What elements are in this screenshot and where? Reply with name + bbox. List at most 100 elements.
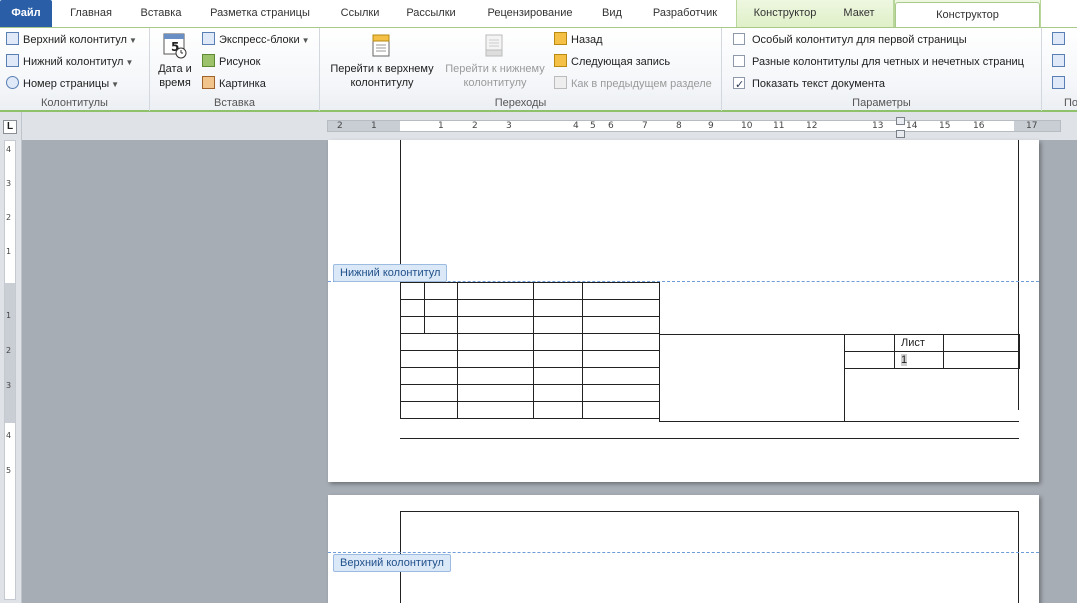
table-cell[interactable] [533, 384, 583, 402]
clipart-button[interactable]: Картинка [202, 74, 266, 94]
table-cell[interactable] [424, 299, 458, 317]
stamp-divider [659, 282, 660, 422]
table-cell[interactable] [424, 316, 458, 334]
table-cell[interactable] [400, 282, 425, 300]
ruler-number: 5 [6, 466, 12, 475]
tab-home[interactable]: Главная [58, 0, 124, 27]
ruler-right-margin [1014, 121, 1060, 131]
page-number-button[interactable]: Номер страницы ▼ [6, 74, 119, 94]
header-button[interactable]: Верхний колонтитул ▼ [6, 30, 137, 50]
title-block-left-table[interactable] [400, 282, 660, 419]
tab-mailings[interactable]: Рассылки [396, 0, 466, 27]
table-cell[interactable] [424, 282, 458, 300]
table-cell[interactable] [400, 299, 425, 317]
table-cell[interactable] [582, 367, 660, 385]
tab-review[interactable]: Рецензирование [474, 0, 586, 27]
tab-insert[interactable]: Вставка [128, 0, 194, 27]
next-icon [554, 54, 567, 67]
table-cell[interactable] [582, 316, 660, 334]
tab-selector[interactable]: L [3, 120, 17, 134]
table-cell[interactable] [457, 350, 534, 368]
table-cell[interactable] [533, 299, 583, 317]
date-time-button[interactable]: 5 Дата и время [154, 32, 196, 90]
table-cell[interactable] [582, 401, 660, 419]
table-cell[interactable] [943, 334, 1020, 352]
goto-footer-button[interactable]: Перейти к нижнему колонтитулу [440, 32, 550, 90]
table-cell[interactable] [400, 401, 458, 419]
table-cell[interactable] [582, 282, 660, 300]
table-cell[interactable] [400, 384, 458, 402]
quick-parts-button[interactable]: Экспресс-блоки ▼ [202, 30, 310, 50]
next-button[interactable]: Следующая запись [554, 52, 670, 72]
goto-header-button[interactable]: Перейти к верхнему колонтитулу [326, 32, 438, 90]
tab-developer[interactable]: Разработчик [640, 0, 730, 27]
ruler-text-region [5, 141, 15, 283]
table-cell[interactable] [533, 401, 583, 419]
link-icon [554, 76, 567, 89]
page-number-field[interactable]: 1 [901, 354, 908, 366]
table-cell[interactable] [844, 351, 895, 369]
previous-button[interactable]: Назад [554, 30, 603, 50]
ruler-number: 1 [371, 121, 377, 131]
checkbox-different-odd-even[interactable] [733, 55, 745, 67]
ruler-number: 8 [676, 121, 682, 131]
table-cell[interactable] [457, 299, 534, 317]
chevron-down-icon: ▼ [111, 80, 120, 89]
different-odd-even-checkbox[interactable]: Разные колонтитулы для четных и нечетных… [733, 52, 1024, 72]
group-headers-footers: Верхний колонтитул ▼ Нижний колонтитул ▼ Н… [0, 28, 150, 111]
tab-table-layout[interactable]: Макет [833, 0, 885, 27]
table-cell[interactable] [400, 333, 458, 351]
tab-file[interactable]: Файл [0, 0, 52, 27]
table-tools-context: Конструктор Макет [736, 0, 894, 27]
insert-alignment-tab-button[interactable] [1052, 74, 1069, 94]
page-2[interactable]: Верхний колонтитул [328, 495, 1039, 603]
table-cell[interactable] [533, 333, 583, 351]
link-previous-button[interactable]: Как в предыдущем разделе [554, 74, 712, 94]
table-cell[interactable] [582, 384, 660, 402]
link-previous-label: Как в предыдущем разделе [571, 78, 712, 90]
ruler-indent-marker[interactable] [896, 130, 905, 138]
table-cell[interactable] [457, 333, 534, 351]
checkbox-show-doc-text[interactable] [733, 75, 745, 95]
vertical-ruler[interactable]: 4 3 2 1 1 2 3 4 5 [4, 140, 16, 600]
tab-hf-design[interactable]: Конструктор [895, 2, 1040, 28]
table-cell[interactable] [400, 367, 458, 385]
footer-position-button[interactable] [1052, 52, 1069, 72]
table-cell[interactable] [457, 282, 534, 300]
table-cell[interactable] [533, 350, 583, 368]
chevron-down-icon: ▼ [128, 36, 137, 45]
table-cell[interactable] [533, 316, 583, 334]
group-label-options: Параметры [852, 97, 911, 109]
table-cell[interactable] [943, 351, 1020, 369]
table-cell[interactable] [400, 350, 458, 368]
ruler-indent-marker[interactable] [896, 117, 905, 125]
show-doc-text-checkbox[interactable]: Показать текст документа [733, 74, 886, 95]
table-cell[interactable] [844, 334, 895, 352]
table-cell[interactable] [533, 367, 583, 385]
table-cell[interactable] [457, 401, 534, 419]
table-cell[interactable] [457, 316, 534, 334]
page-number-cell[interactable]: 1 [894, 351, 944, 369]
table-cell[interactable] [582, 350, 660, 368]
horizontal-ruler[interactable]: 2 1 1 2 3 4 5 6 7 8 9 10 11 12 13 14 15 … [327, 120, 1061, 132]
tab-table-design[interactable]: Конструктор [743, 0, 827, 27]
table-cell[interactable] [457, 384, 534, 402]
sheet-number-table[interactable]: Лист 1 [844, 334, 1020, 369]
tab-references[interactable]: Ссылки [330, 0, 390, 27]
header-position-button[interactable] [1052, 30, 1069, 50]
checkbox-different-first[interactable] [733, 33, 745, 45]
footer-button[interactable]: Нижний колонтитул ▼ [6, 52, 133, 72]
ruler-number: 15 [939, 121, 951, 131]
table-cell[interactable] [582, 299, 660, 317]
table-cell[interactable] [533, 282, 583, 300]
table-cell[interactable] [400, 316, 425, 334]
table-cell[interactable] [582, 333, 660, 351]
document-area[interactable]: 2 1 1 2 3 4 5 6 7 8 9 10 11 12 13 14 15 … [0, 112, 1077, 603]
page-1[interactable]: Нижний колонтитул Лист 1 [328, 140, 1039, 482]
table-cell[interactable] [457, 367, 534, 385]
different-first-checkbox[interactable]: Особый колонтитул для первой страницы [733, 30, 967, 50]
tab-view[interactable]: Вид [592, 0, 632, 27]
show-doc-text-label: Показать текст документа [752, 78, 886, 90]
picture-button[interactable]: Рисунок [202, 52, 261, 72]
tab-page-layout[interactable]: Разметка страницы [198, 0, 322, 27]
